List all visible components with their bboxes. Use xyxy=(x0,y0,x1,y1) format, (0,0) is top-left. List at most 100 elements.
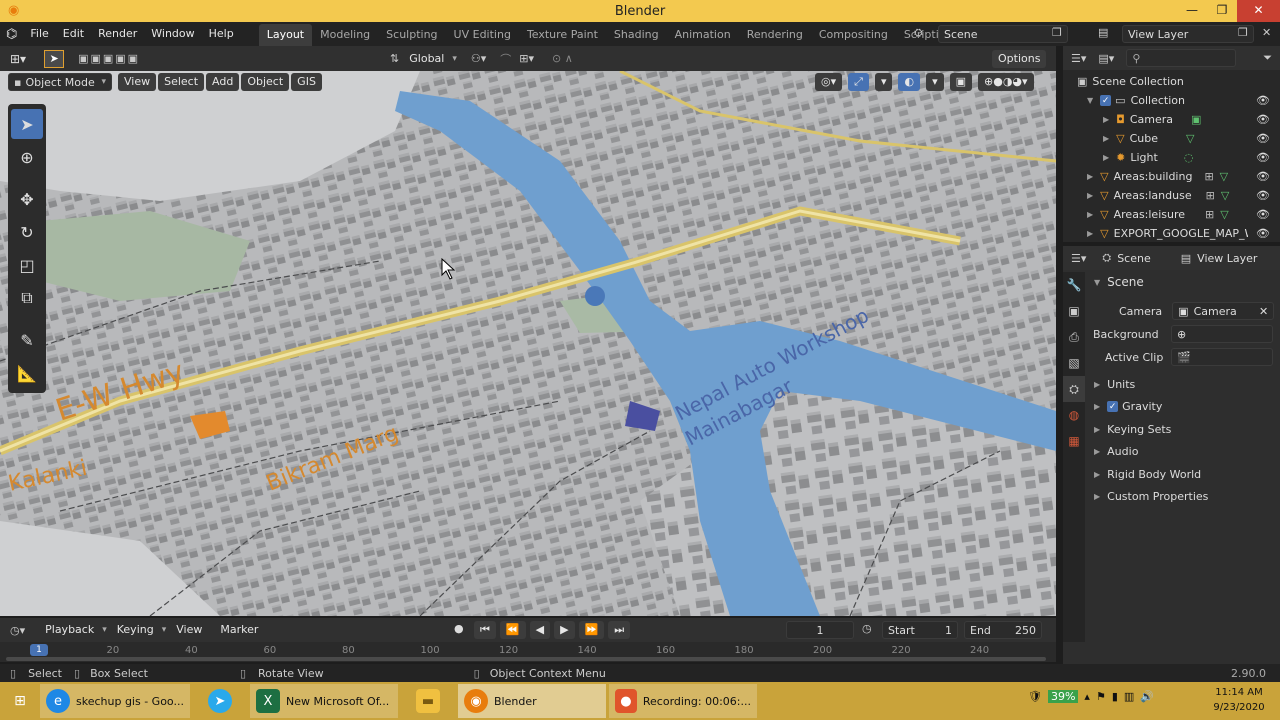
expand-icon[interactable]: ▶ xyxy=(1087,210,1093,219)
timeline-ruler[interactable]: 20 40 60 80 100 120 140 160 180 200 220 240 1 xyxy=(0,642,1056,662)
jump-end-icon[interactable]: ⏭ xyxy=(608,621,631,639)
new-view-layer-icon[interactable]: ❐ xyxy=(1238,26,1248,39)
outliner-row-camera[interactable]: ▶ ◘ Camera ▣ 👁 xyxy=(1063,110,1280,129)
menu-select[interactable]: Select xyxy=(158,73,205,91)
play-reverse-icon[interactable]: ◀ xyxy=(529,621,551,639)
transform-tool-icon[interactable]: ⧉ xyxy=(11,283,43,313)
outliner-row-light[interactable]: ▶ ✹ Light ◌ 👁 xyxy=(1063,148,1280,167)
overlays-dropdown-icon[interactable]: ▾ xyxy=(926,73,944,91)
end-frame-field[interactable]: End 250 xyxy=(964,621,1042,639)
menu-add[interactable]: Add xyxy=(206,73,240,91)
rigid-body-world-panel-header[interactable]: ▶ Rigid Body World xyxy=(1094,468,1201,481)
jump-start-icon[interactable]: ⏮ xyxy=(474,621,496,639)
clear-icon[interactable]: ✕ xyxy=(1259,305,1268,318)
next-keyframe-icon[interactable]: ⏩ xyxy=(578,621,605,639)
network-icon[interactable]: ▥ xyxy=(1124,690,1134,703)
expand-icon[interactable]: ▶ xyxy=(1094,425,1100,434)
visibility-eye-icon[interactable]: 👁 xyxy=(1256,94,1270,107)
move-tool-icon[interactable]: ✥ xyxy=(11,184,43,214)
visibility-eye-icon[interactable]: 👁 xyxy=(1256,189,1270,202)
menu-object[interactable]: Object xyxy=(241,73,290,91)
outliner-editor-icon[interactable]: ☰▾ xyxy=(1071,52,1086,65)
gizmo-toggle-icon[interactable]: ⤢ xyxy=(848,73,869,91)
tab-modeling[interactable]: Modeling xyxy=(312,24,378,46)
volume-icon[interactable]: 🔊 xyxy=(1140,690,1154,703)
snap-icon[interactable]: ⌒ xyxy=(500,51,511,67)
visibility-eye-icon[interactable]: 👁 xyxy=(1256,132,1270,145)
snap-target-icon[interactable]: ⊞▾ xyxy=(519,52,534,65)
menu-gis[interactable]: GIS xyxy=(291,73,322,91)
collection-checkbox[interactable]: ✓ xyxy=(1100,95,1112,106)
visibility-eye-icon[interactable]: 👁 xyxy=(1256,170,1270,183)
taskbar-item-excel[interactable]: X New Microsoft Of... xyxy=(250,684,398,718)
remove-view-layer-icon[interactable]: ✕ xyxy=(1262,26,1271,39)
scene-browse-icon[interactable]: ⛭ xyxy=(914,26,923,40)
tool-properties-icon[interactable]: 🔧 xyxy=(1063,272,1085,298)
expand-icon[interactable]: ▶ xyxy=(1103,115,1109,124)
blender-menu-icon[interactable]: ⌬ xyxy=(6,27,17,42)
tab-texture-paint[interactable]: Texture Paint xyxy=(519,24,606,46)
taskbar-item-recording[interactable]: ● Recording: 00:06:... xyxy=(609,684,757,718)
proportional-edit-icon[interactable]: ⊙ ∧ xyxy=(552,52,573,65)
units-panel-header[interactable]: ▶ Units xyxy=(1094,378,1135,391)
maximize-button[interactable]: ❐ xyxy=(1207,0,1237,22)
pivot-point-icon[interactable]: ⚇▾ xyxy=(471,52,486,65)
new-scene-icon[interactable]: ❐ xyxy=(1052,26,1062,39)
properties-context-scene[interactable]: Scene xyxy=(1117,252,1151,265)
menu-render[interactable]: Render xyxy=(91,22,144,46)
battery-indicator[interactable]: 39% xyxy=(1047,690,1079,703)
output-properties-icon[interactable]: ⎙ xyxy=(1063,324,1085,350)
close-button[interactable]: ✕ xyxy=(1237,0,1280,22)
minimize-button[interactable]: — xyxy=(1177,0,1207,22)
select-tool-icon[interactable]: ➤ xyxy=(44,49,65,68)
gizmo-dropdown-icon[interactable]: ▾ xyxy=(874,73,893,91)
outliner-row-areas-leisure[interactable]: ▶ ▽ Areas:leisure ⊞ ▽ 👁 xyxy=(1063,205,1280,224)
tray-expand-icon[interactable]: ▴ xyxy=(1084,690,1090,703)
view-layer-browse-icon[interactable]: ▤ xyxy=(1098,26,1108,39)
visibility-eye-icon[interactable]: 👁 xyxy=(1256,151,1270,164)
audio-panel-header[interactable]: ▶ Audio xyxy=(1094,445,1138,458)
select-box-tool-icon[interactable]: ➤ xyxy=(11,109,43,139)
timeline-editor-icon[interactable]: ◷▾ xyxy=(10,624,25,637)
outliner-row-areas-building[interactable]: ▶ ▽ Areas:building ⊞ ▽ 👁 xyxy=(1063,167,1280,186)
expand-icon[interactable]: ▶ xyxy=(1087,172,1093,181)
shading-modes-icon[interactable]: ⊕●◑◕▾ xyxy=(978,73,1034,91)
expand-icon[interactable]: ▶ xyxy=(1094,492,1100,501)
scene-panel-header[interactable]: ▼ Scene xyxy=(1094,275,1144,289)
annotate-tool-icon[interactable]: ✎ xyxy=(11,325,43,355)
active-clip-field[interactable]: 🎬 xyxy=(1171,348,1274,366)
collapse-icon[interactable]: ▼ xyxy=(1094,278,1100,287)
expand-icon[interactable]: ▶ xyxy=(1103,153,1109,162)
object-mode-dropdown[interactable]: ▪ Object Mode ▾ xyxy=(8,73,112,91)
outliner-search-input[interactable]: ⚲ xyxy=(1126,49,1237,67)
visibility-icon[interactable]: ◎▾ xyxy=(815,73,843,91)
taskbar-item-blender[interactable]: ◉ Blender xyxy=(458,684,606,718)
taskbar-item-telegram[interactable]: ➤ xyxy=(193,684,247,718)
visibility-eye-icon[interactable]: 👁 xyxy=(1256,113,1270,126)
scale-tool-icon[interactable]: ◰ xyxy=(11,250,43,280)
transform-orientation-dropdown[interactable]: Global xyxy=(403,50,450,68)
outliner-row-cube[interactable]: ▶ ▽ Cube ▽ 👁 xyxy=(1063,129,1280,148)
tab-compositing[interactable]: Compositing xyxy=(811,24,896,46)
overlays-toggle-icon[interactable]: ◐ xyxy=(898,73,921,91)
clock[interactable]: 11:14 AM 9/23/2020 xyxy=(1208,685,1270,715)
display-mode-icon[interactable]: ▤▾ xyxy=(1098,52,1114,65)
custom-properties-panel-header[interactable]: ▶ Custom Properties xyxy=(1094,490,1208,503)
visibility-eye-icon[interactable]: 👁 xyxy=(1256,227,1270,240)
measure-tool-icon[interactable]: 📐 xyxy=(11,358,43,388)
expand-icon[interactable]: ▶ xyxy=(1094,470,1100,479)
view-layer-selector[interactable]: View Layer xyxy=(1122,25,1254,43)
menu-help[interactable]: Help xyxy=(202,22,241,46)
keying-sets-panel-header[interactable]: ▶ Keying Sets xyxy=(1094,423,1171,436)
menu-view[interactable]: View xyxy=(118,73,157,91)
outliner-row-export-google-map[interactable]: ▶ ▽ EXPORT_GOOGLE_MAP_WM 👁 xyxy=(1063,224,1280,243)
record-icon[interactable]: ● xyxy=(454,622,464,635)
gravity-checkbox[interactable]: ✓ xyxy=(1107,401,1119,412)
windows-start-icon[interactable]: ⊞ xyxy=(0,682,40,720)
outliner-row-collection[interactable]: ▼ ✓ ▭ Collection 👁 xyxy=(1063,91,1280,110)
editor-type-icon[interactable]: ⊞▾ xyxy=(10,52,26,66)
properties-context-view-layer[interactable]: View Layer xyxy=(1197,252,1257,265)
menu-marker[interactable]: Marker xyxy=(214,621,264,639)
tab-layout[interactable]: Layout xyxy=(258,24,313,46)
security-icon[interactable]: 🛡 xyxy=(1028,690,1042,703)
